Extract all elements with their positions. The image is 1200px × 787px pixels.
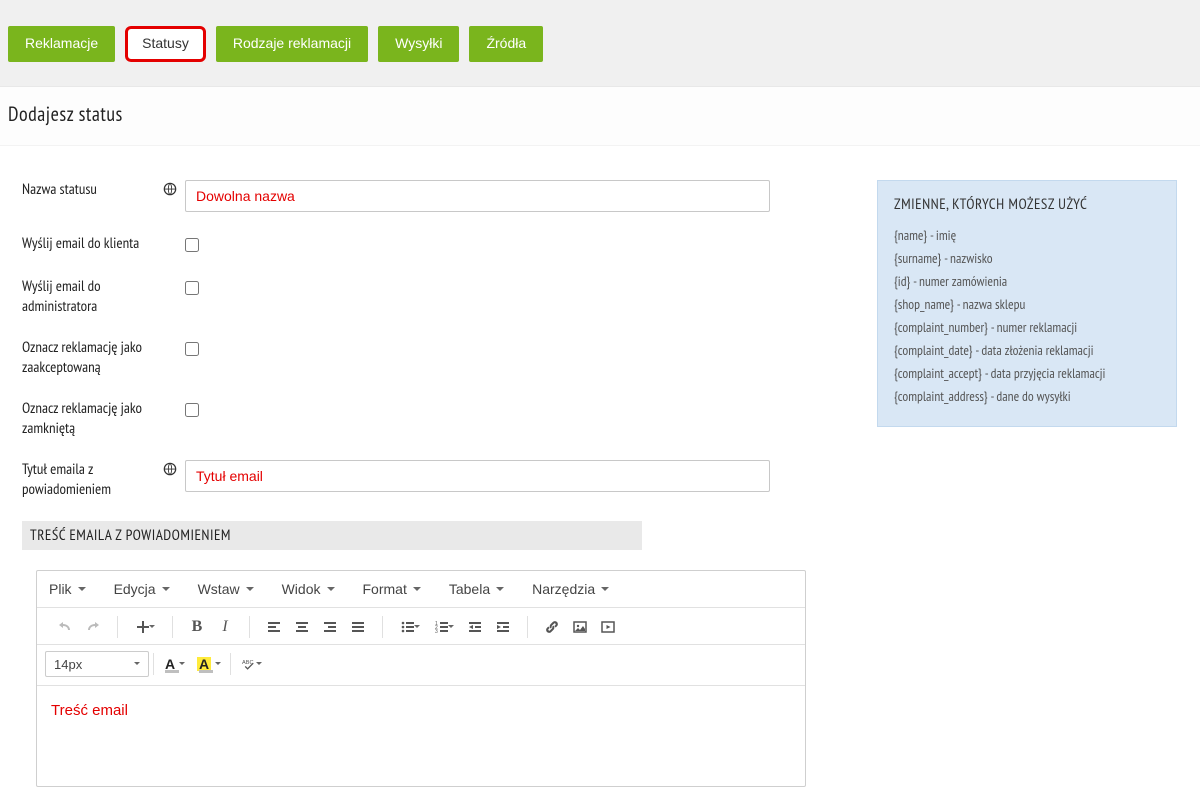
editor-menubar: Plik Edycja Wstaw Widok Format Tabela Na… <box>37 571 805 608</box>
label-mark-accepted: Oznacz reklamację jako zaakceptowaną <box>22 338 185 377</box>
variable-item: {id} - numer zamówienia <box>894 270 1160 293</box>
variable-item: {shop_name} - nazwa sklepu <box>894 293 1160 316</box>
align-justify-icon[interactable] <box>344 614 372 640</box>
bulleted-list-icon[interactable] <box>393 614 427 640</box>
align-center-icon[interactable] <box>288 614 316 640</box>
editor-menu-widok[interactable]: Widok <box>282 581 335 597</box>
page-title: Dodajesz status <box>0 87 1200 146</box>
editor-toolbar-row2: 14px A A ABC <box>37 645 805 686</box>
indent-icon[interactable] <box>489 614 517 640</box>
editor-body[interactable]: Treść email <box>37 686 805 786</box>
outdent-icon[interactable] <box>461 614 489 640</box>
text-color-icon[interactable]: A <box>158 651 192 677</box>
tab-rodzaje-reklamacji[interactable]: Rodzaje reklamacji <box>216 26 368 62</box>
editor-menu-plik[interactable]: Plik <box>49 581 86 597</box>
variable-item: {surname} - nazwisko <box>894 247 1160 270</box>
checkbox-email-client[interactable] <box>185 238 199 252</box>
variable-item: {complaint_accept} - data przyjęcia rekl… <box>894 362 1160 385</box>
spellcheck-icon[interactable]: ABC <box>235 651 269 677</box>
variable-item: {complaint_number} - numer reklamacji <box>894 316 1160 339</box>
section-email-body-heading: TREŚĆ EMAILA Z POWIADOMIENIEM <box>22 521 642 550</box>
globe-icon[interactable] <box>163 462 177 476</box>
rich-text-editor: Plik Edycja Wstaw Widok Format Tabela Na… <box>36 570 806 787</box>
tab-reklamacje[interactable]: Reklamacje <box>8 26 115 62</box>
variable-item: {complaint_date} - data złożenia reklama… <box>894 339 1160 362</box>
editor-menu-wstaw[interactable]: Wstaw <box>198 581 254 597</box>
link-icon[interactable] <box>538 614 566 640</box>
image-icon[interactable] <box>566 614 594 640</box>
italic-icon[interactable]: I <box>211 614 239 640</box>
align-left-icon[interactable] <box>260 614 288 640</box>
label-status-name: Nazwa statusu <box>22 180 185 200</box>
editor-menu-format[interactable]: Format <box>363 581 421 597</box>
checkbox-mark-accepted[interactable] <box>185 342 199 356</box>
input-email-title[interactable] <box>185 460 770 492</box>
globe-icon[interactable] <box>163 182 177 196</box>
variable-item: {complaint_address} - dane do wysyłki <box>894 385 1160 408</box>
variable-item: {name} - imię <box>894 224 1160 247</box>
editor-menu-narzedzia[interactable]: Narzędzia <box>532 581 609 597</box>
tab-bar: Reklamacje Statusy Rodzaje reklamacji Wy… <box>0 0 1200 87</box>
background-color-icon[interactable]: A <box>192 651 226 677</box>
font-size-select[interactable]: 14px <box>45 651 149 677</box>
svg-text:3: 3 <box>435 629 438 635</box>
redo-icon[interactable] <box>79 614 107 640</box>
undo-icon[interactable] <box>51 614 79 640</box>
input-status-name[interactable] <box>185 180 770 212</box>
label-email-client: Wyślij email do klienta <box>22 234 185 254</box>
tab-zrodla[interactable]: Źródła <box>469 26 543 62</box>
numbered-list-icon[interactable]: 123 <box>427 614 461 640</box>
align-right-icon[interactable] <box>316 614 344 640</box>
variables-panel: ZMIENNE, KTÓRYCH MOŻESZ UŻYĆ {name} - im… <box>877 180 1177 427</box>
tab-wysylki[interactable]: Wysyłki <box>378 26 459 62</box>
editor-menu-edycja[interactable]: Edycja <box>114 581 170 597</box>
media-icon[interactable] <box>594 614 622 640</box>
insert-add-icon[interactable] <box>128 614 162 640</box>
editor-menu-tabela[interactable]: Tabela <box>449 581 504 597</box>
bold-icon[interactable]: B <box>183 614 211 640</box>
checkbox-email-admin[interactable] <box>185 281 199 295</box>
editor-toolbar-row1: B I <box>37 608 805 645</box>
label-email-admin: Wyślij email do administratora <box>22 277 185 316</box>
label-mark-closed: Oznacz reklamację jako zamkniętą <box>22 399 185 438</box>
tab-statusy[interactable]: Statusy <box>125 26 206 62</box>
checkbox-mark-closed[interactable] <box>185 403 199 417</box>
label-email-title: Tytuł emaila z powiadomieniem <box>22 460 185 499</box>
variables-panel-title: ZMIENNE, KTÓRYCH MOŻESZ UŻYĆ <box>894 195 1160 214</box>
